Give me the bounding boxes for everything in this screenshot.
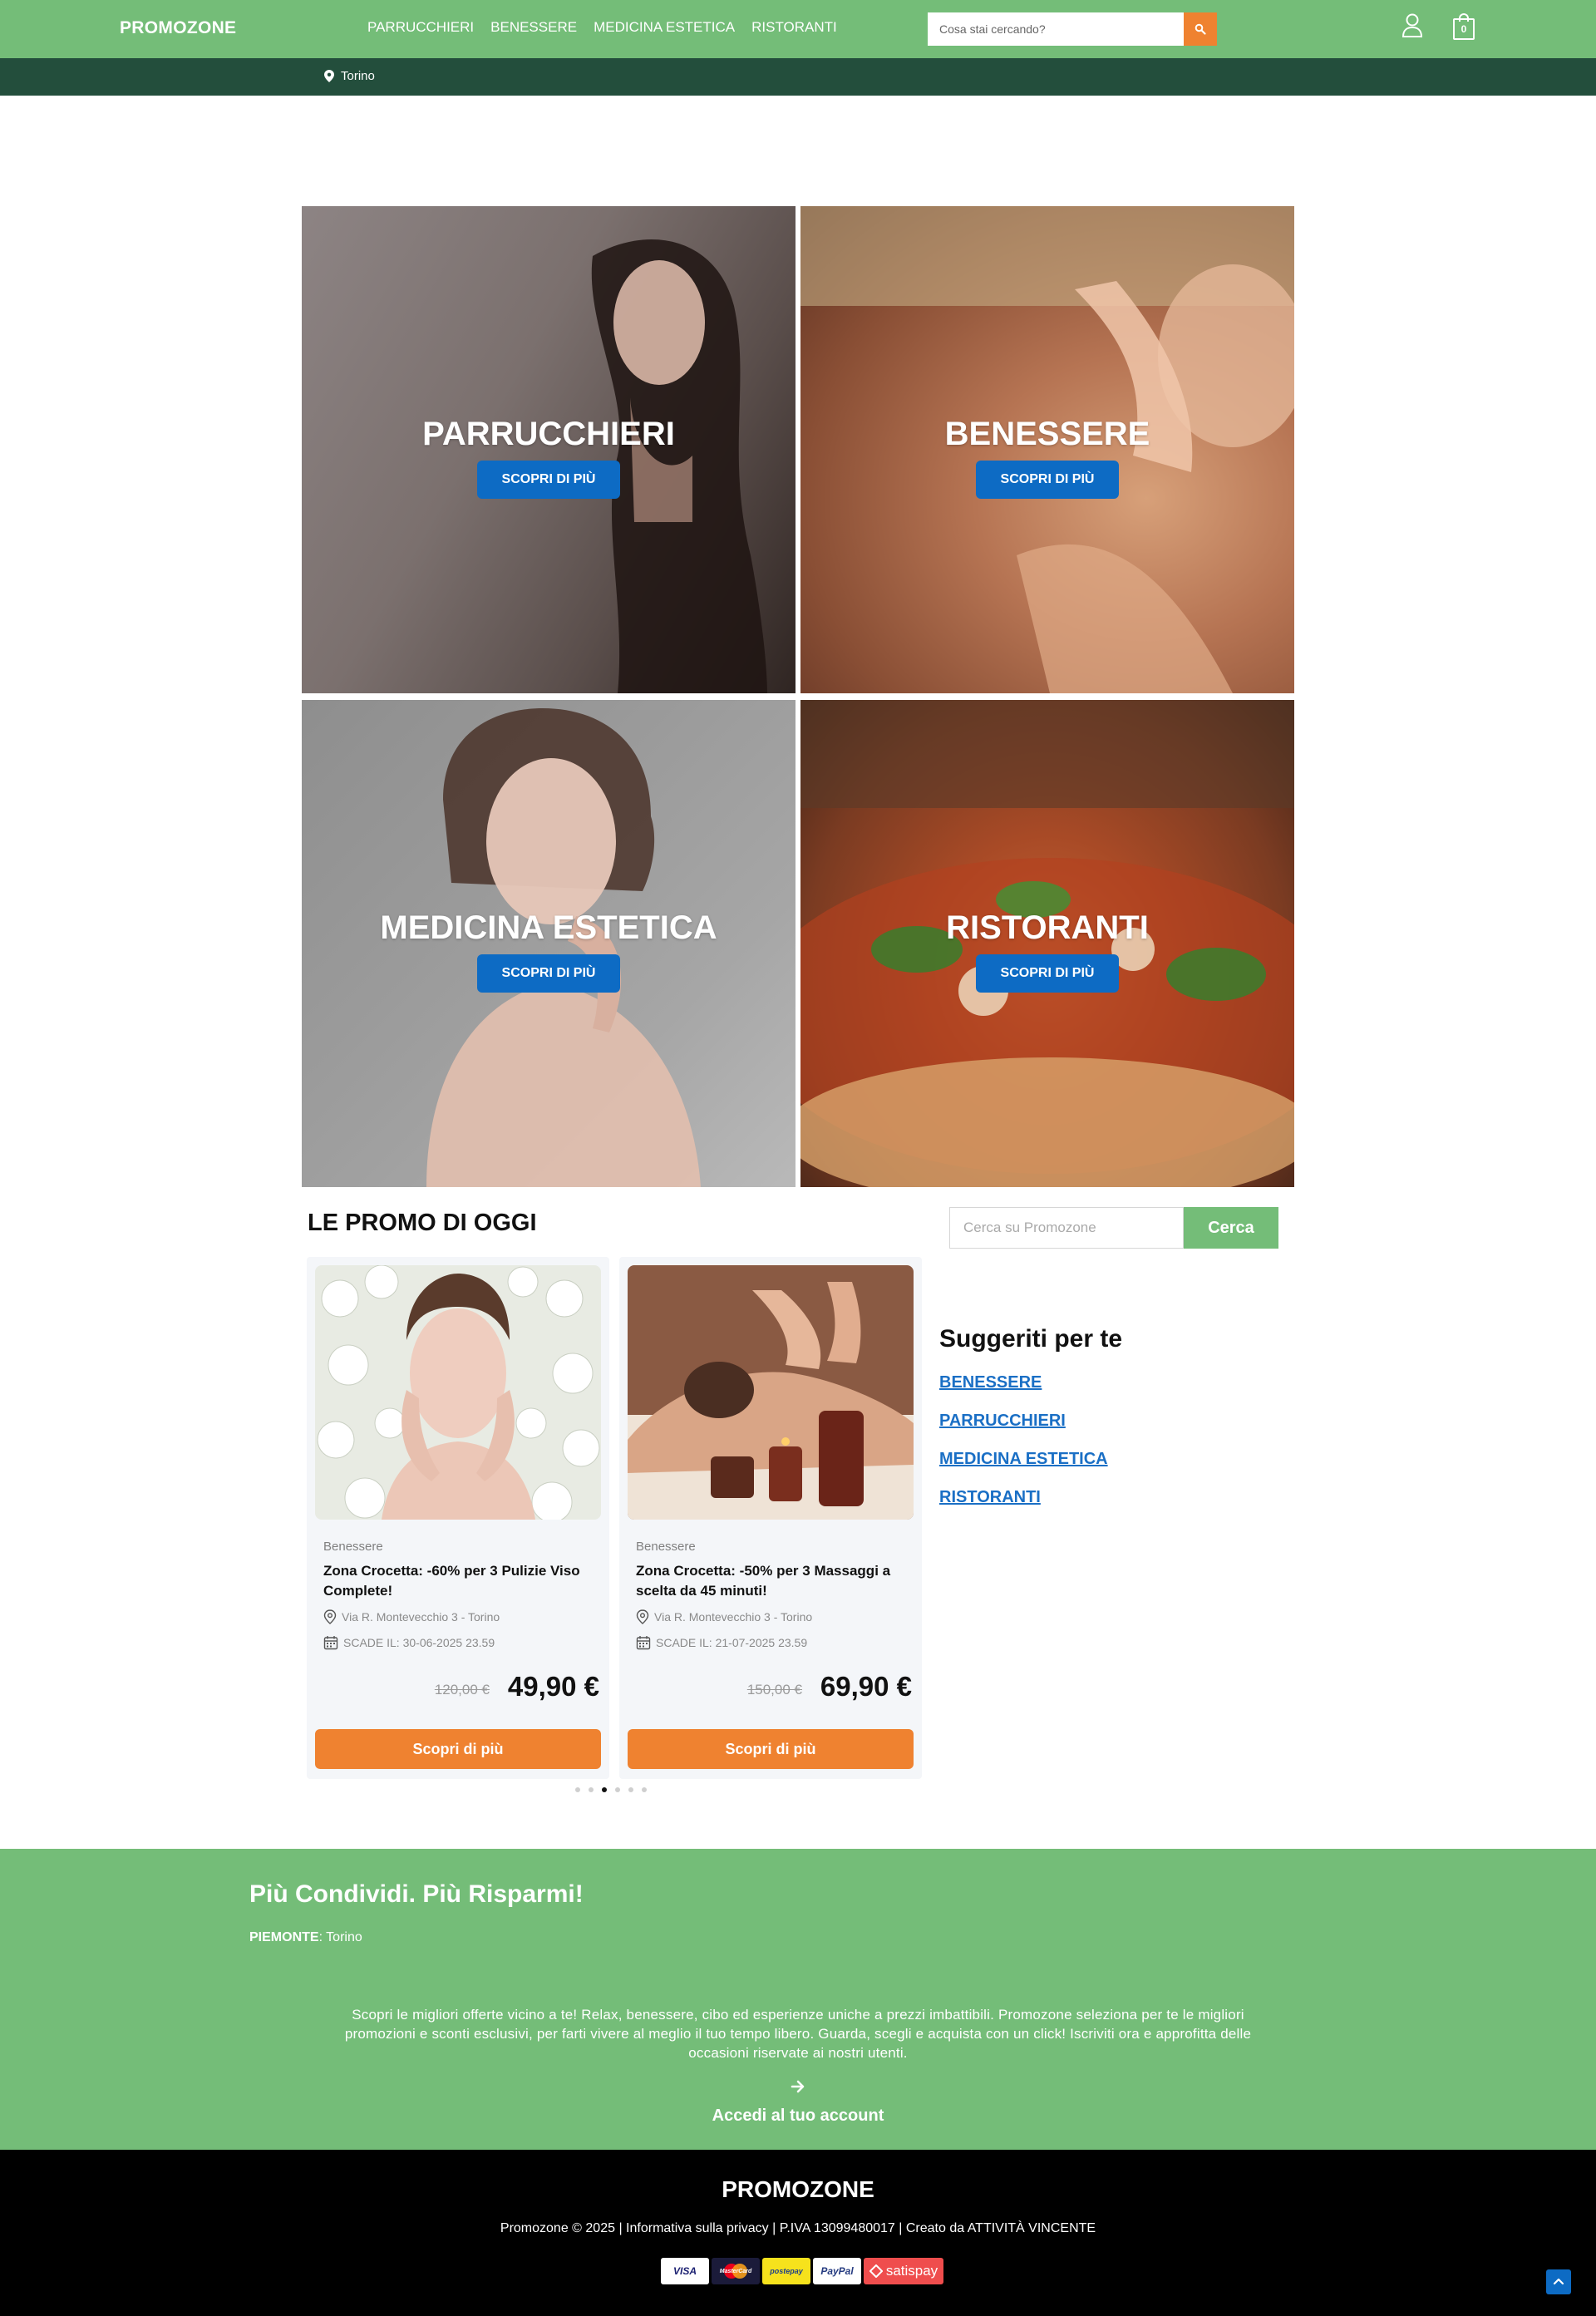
carousel-dot[interactable] (602, 1787, 607, 1792)
mastercard-icon: MasterCard (712, 2258, 760, 2284)
map-pin-icon (324, 70, 334, 82)
chevron-up-icon (1553, 2278, 1564, 2285)
discover-button[interactable]: SCOPRI DI PIÙ (477, 954, 620, 993)
login-link[interactable]: Accedi al tuo account (0, 2107, 1596, 2126)
carousel-dot[interactable] (589, 1787, 594, 1792)
address-text: Via R. Montevecchio 3 - Torino (654, 1610, 813, 1624)
promo-old-price: 150,00 € (746, 1682, 802, 1698)
discover-button[interactable]: SCOPRI DI PIÙ (976, 461, 1119, 499)
mastercard-label: MasterCard (719, 2268, 752, 2274)
header-search-button[interactable] (1184, 12, 1217, 46)
region-name[interactable]: PIEMONTE (249, 1930, 319, 1944)
nav-medicina-estetica[interactable]: MEDICINA ESTETICA (594, 19, 735, 36)
location-label: Torino (341, 69, 375, 83)
suggested-link-parrucchieri[interactable]: PARRUCCHIERI (939, 1412, 1066, 1431)
promo-expiry: SCADE IL: 21-07-2025 23.59 (636, 1635, 807, 1650)
promo-expiry: SCADE IL: 30-06-2025 23.59 (323, 1635, 495, 1650)
cart-count: 0 (1453, 18, 1475, 40)
suggested-link-ristoranti[interactable]: RISTORANTI (939, 1488, 1041, 1507)
share-description: Scopri le migliori offerte vicino a te! … (344, 2007, 1252, 2061)
site-logo[interactable]: PROMOZONE (120, 18, 236, 38)
promo-address: Via R. Montevecchio 3 - Torino (323, 1609, 500, 1624)
search-icon (1195, 23, 1206, 35)
carousel-dot[interactable] (642, 1787, 647, 1792)
promo-old-price: 120,00 € (434, 1682, 490, 1698)
category-tile-medicina-estetica[interactable]: MEDICINA ESTETICA SCOPRI DI PIÙ (302, 700, 796, 1187)
promo-address: Via R. Montevecchio 3 - Torino (636, 1609, 812, 1624)
calendar-icon (636, 1636, 651, 1650)
main-nav: PARRUCCHIERI BENESSERE MEDICINA ESTETICA… (367, 19, 837, 36)
promozone-search-input[interactable] (949, 1207, 1184, 1249)
carousel-dots (575, 1787, 647, 1792)
paypal-icon: PayPal (813, 2258, 861, 2284)
promo-discover-button[interactable]: Scopri di più (628, 1729, 914, 1769)
category-title: BENESSERE (944, 416, 1150, 452)
promo-section-title: LE PROMO DI OGGI (308, 1210, 537, 1236)
promo-title[interactable]: Zona Crocetta: -50% per 3 Massaggi a sce… (636, 1561, 910, 1601)
cart-button[interactable]: 0 (1453, 13, 1475, 40)
footer-logo: PROMOZONE (722, 2176, 874, 2202)
promo-title[interactable]: Zona Crocetta: -60% per 3 Pulizie Viso C… (323, 1561, 598, 1601)
facial-treatment-image (315, 1265, 601, 1520)
category-title: PARRUCCHIERI (422, 416, 675, 452)
promo-card-body: Benessere Zona Crocetta: -60% per 3 Puli… (307, 1257, 609, 1779)
header-search-input[interactable] (928, 12, 1217, 46)
suggested-title: Suggeriti per te (939, 1325, 1123, 1353)
discover-button[interactable]: SCOPRI DI PIÙ (976, 954, 1119, 993)
calendar-icon (323, 1636, 338, 1650)
promo-card-body: Benessere Zona Crocetta: -50% per 3 Mass… (619, 1257, 922, 1779)
top-header: PROMOZONE PARRUCCHIERI BENESSERE MEDICIN… (0, 0, 1596, 58)
promo-price: 49,90 € (507, 1671, 599, 1702)
category-title: RISTORANTI (946, 909, 1149, 946)
promo-price: 69,90 € (820, 1671, 912, 1702)
nav-parrucchieri[interactable]: PARRUCCHIERI (367, 19, 474, 36)
nav-ristoranti[interactable]: RISTORANTI (751, 19, 837, 36)
map-pin-outline-icon (323, 1609, 337, 1624)
suggested-link-medicina-estetica[interactable]: MEDICINA ESTETICA (939, 1450, 1108, 1469)
expiry-text: SCADE IL: 21-07-2025 23.59 (656, 1636, 808, 1649)
expiry-text: SCADE IL: 30-06-2025 23.59 (343, 1636, 495, 1649)
footer-legal-text[interactable]: Promozone © 2025 | Informativa sulla pri… (0, 2221, 1596, 2236)
share-section (0, 1849, 1596, 2150)
category-title: MEDICINA ESTETICA (380, 909, 717, 946)
carousel-dot[interactable] (615, 1787, 620, 1792)
promo-category: Benessere (323, 1540, 383, 1554)
map-pin-outline-icon (636, 1609, 649, 1624)
arrow-right-icon[interactable] (790, 2078, 806, 2095)
category-tile-ristoranti[interactable]: RISTORANTI SCOPRI DI PIÙ (800, 700, 1294, 1187)
address-text: Via R. Montevecchio 3 - Torino (342, 1610, 500, 1624)
location-bar: Torino (0, 58, 1596, 96)
region-city[interactable]: : Torino (319, 1930, 362, 1944)
satispay-label: satispay (885, 2263, 938, 2279)
promo-category: Benessere (636, 1540, 696, 1554)
carousel-dot[interactable] (575, 1787, 580, 1792)
share-region: PIEMONTE: Torino (249, 1930, 362, 1945)
promozone-search-button[interactable]: Cerca (1184, 1207, 1278, 1249)
user-icon[interactable] (1401, 13, 1423, 38)
promo-discover-button[interactable]: Scopri di più (315, 1729, 601, 1769)
share-title: Più Condividi. Più Risparmi! (249, 1880, 584, 1908)
visa-icon: VISA (661, 2258, 709, 2284)
postepay-icon: postepay (762, 2258, 810, 2284)
carousel-dot[interactable] (628, 1787, 633, 1792)
nav-benessere[interactable]: BENESSERE (490, 19, 577, 36)
suggested-link-benessere[interactable]: BENESSERE (939, 1373, 1042, 1392)
category-tile-benessere[interactable]: BENESSERE SCOPRI DI PIÙ (800, 206, 1294, 693)
payment-methods: VISA MasterCard postepay PayPal satispay (661, 2258, 943, 2284)
location-selector[interactable]: Torino (324, 69, 375, 83)
satispay-icon: satispay (864, 2258, 943, 2284)
massage-treatment-image (628, 1265, 914, 1520)
scroll-to-top-button[interactable] (1546, 2269, 1571, 2294)
discover-button[interactable]: SCOPRI DI PIÙ (477, 461, 620, 499)
category-tile-parrucchieri[interactable]: PARRUCCHIERI SCOPRI DI PIÙ (302, 206, 796, 693)
